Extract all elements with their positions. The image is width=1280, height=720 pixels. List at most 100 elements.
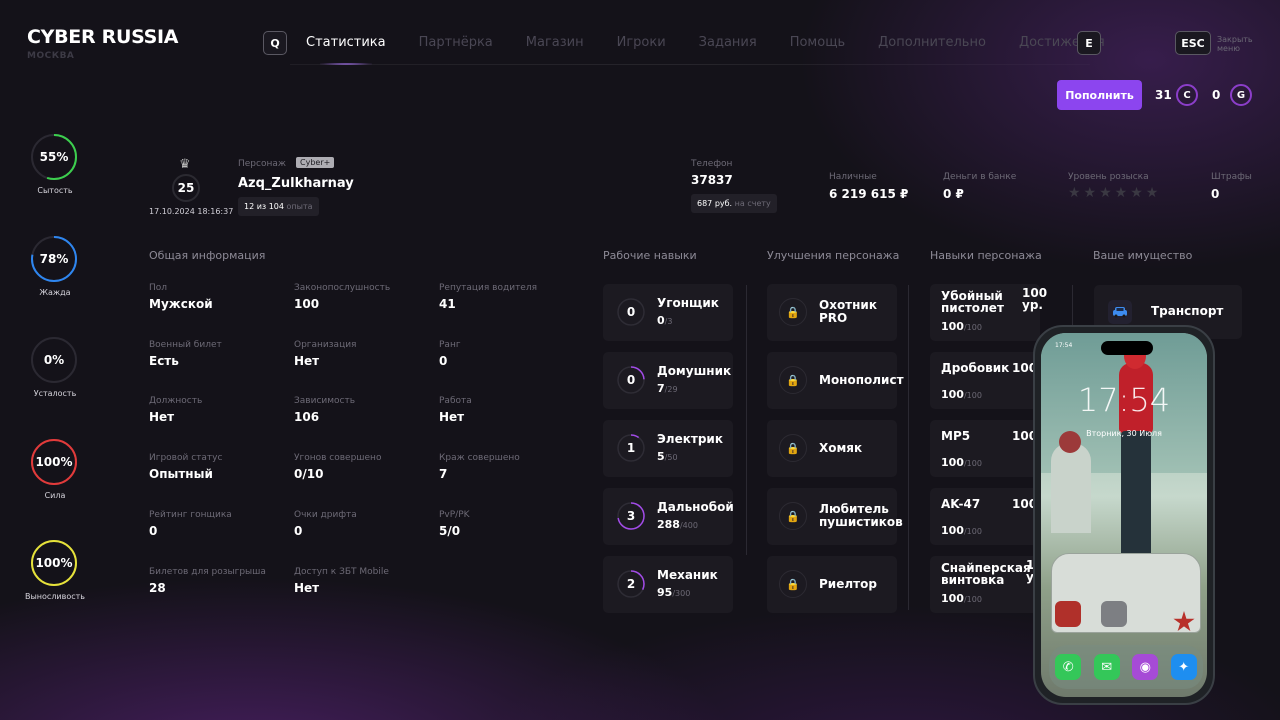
info-item: PvP/PK 5/0 <box>439 510 470 538</box>
work-skill-card[interactable]: 0 Угонщик 0/3 <box>603 284 733 341</box>
car-icon <box>1108 300 1132 324</box>
weapon-progress: 100/100 <box>941 592 982 605</box>
weapon-level: 100 ур. <box>1022 286 1048 312</box>
work-skills-title: Рабочие навыки <box>603 249 697 262</box>
info-value: Мужской <box>149 297 213 311</box>
esc-key-button[interactable]: ESC <box>1175 31 1211 55</box>
info-item: Доступ к ЗБТ Mobile Нет <box>294 567 389 595</box>
vital-gauge: 100% Сила <box>30 438 80 500</box>
messages-app-icon[interactable]: ✉ <box>1093 654 1120 680</box>
info-label: Законопослушность <box>294 283 391 293</box>
upgrades-title: Улучшения персонажа <box>767 249 900 262</box>
info-label: Рейтинг гонщика <box>149 510 232 520</box>
info-value: 106 <box>294 410 320 424</box>
skill-name: Угонщик <box>657 296 719 310</box>
skill-name: Механик <box>657 568 718 582</box>
info-value: 0 <box>294 524 303 538</box>
column-divider <box>908 285 909 610</box>
tab-shop[interactable]: Магазин <box>526 35 584 50</box>
tab-partner[interactable]: Партнёрка <box>419 35 493 50</box>
info-label: Краж совершено <box>439 453 520 463</box>
info-item: Игровой статус Опытный <box>149 453 222 481</box>
vital-value: 78% <box>39 252 69 266</box>
vital-label: Усталость <box>33 389 77 398</box>
settings-icon <box>1101 601 1127 627</box>
work-skill-card[interactable]: 3 Дальнобой 288/400 <box>603 488 734 545</box>
phone-overlay[interactable]: 17:54 17:54 Вторник, 30 Июля ✆ ✉ ◉ ✦ <box>1033 325 1215 705</box>
weapon-skill-card[interactable]: MP5 100 100/100 <box>930 420 1040 477</box>
info-label: Пол <box>149 283 168 293</box>
property-title: Ваше имущество <box>1093 249 1193 262</box>
info-item: Работа Нет <box>439 396 472 424</box>
info-value: 7 <box>439 467 448 481</box>
vital-value: 0% <box>43 353 65 367</box>
weapon-skill-card[interactable]: Снайперская винтовка 1 у 100/100 <box>930 556 1040 613</box>
vital-value: 100% <box>35 556 73 570</box>
info-item: Организация Нет <box>294 340 356 368</box>
skill-progress: 0/3 <box>657 314 673 327</box>
dynamic-island <box>1101 341 1153 355</box>
upgrade-name: Любитель пушистиков <box>819 502 903 529</box>
next-tab-key[interactable]: E <box>1077 31 1101 55</box>
upgrade-card[interactable]: 🔒 Риелтор <box>767 556 897 613</box>
weapon-skill-card[interactable]: Дробовик 100 100/100 <box>930 352 1040 409</box>
info-item: Ранг 0 <box>439 340 461 368</box>
tab-tasks[interactable]: Задания <box>699 35 757 50</box>
tab-help[interactable]: Помощь <box>790 35 845 50</box>
work-skill-card[interactable]: 0 Домушник 7/29 <box>603 352 733 409</box>
upgrade-card[interactable]: 🔒 Монополист <box>767 352 904 409</box>
skill-progress: 5/50 <box>657 450 678 463</box>
weapon-progress: 100/100 <box>941 388 982 401</box>
phone-label: Телефон <box>691 159 733 169</box>
general-info-title: Общая информация <box>149 249 266 262</box>
cash-label: Наличные <box>829 172 877 182</box>
skill-progress: 95/300 <box>657 586 691 599</box>
lock-icon: 🔒 <box>779 366 807 394</box>
lock-icon: 🔒 <box>779 434 807 462</box>
podcasts-app-icon[interactable]: ◉ <box>1132 654 1159 680</box>
fines-label: Штрафы <box>1211 172 1252 182</box>
info-item: Рейтинг гонщика 0 <box>149 510 232 538</box>
skill-level: 3 <box>626 509 636 523</box>
weapon-name: Убойный пистолет <box>941 289 1004 315</box>
weapon-name: MP5 <box>941 429 971 443</box>
info-value: Нет <box>149 410 175 424</box>
weapon-progress: 100/100 <box>941 456 982 469</box>
phone-app-icon[interactable]: ✆ <box>1055 654 1082 680</box>
info-value: 0 <box>149 524 158 538</box>
nav-divider <box>290 64 1090 65</box>
tab-statistics[interactable]: Статистика <box>306 35 386 50</box>
bank-label: Деньги в банке <box>943 172 1017 182</box>
info-item: Билетов для розыгрыша 28 <box>149 567 266 595</box>
upgrade-name: Хомяк <box>819 441 863 455</box>
safari-app-icon[interactable]: ✦ <box>1170 654 1197 680</box>
weapon-progress: 100/100 <box>941 524 982 537</box>
info-item: Законопослушность 100 <box>294 283 390 311</box>
vital-gauge: 100% Выносливость <box>25 539 85 601</box>
work-skill-card[interactable]: 2 Механик 95/300 <box>603 556 733 613</box>
tab-additional[interactable]: Дополнительно <box>878 35 986 50</box>
crown-icon: ♛ <box>179 157 191 172</box>
weapon-skill-card[interactable]: Убойный пистолет 100 ур. 100/100 <box>930 284 1047 341</box>
prev-tab-key[interactable]: Q <box>263 31 287 55</box>
skill-name: Домушник <box>657 364 732 378</box>
phone-screen: 17:54 17:54 Вторник, 30 Июля ✆ ✉ ◉ ✦ <box>1041 333 1207 697</box>
info-value: Есть <box>149 354 179 368</box>
info-label: Работа <box>439 396 472 406</box>
cash-value: 6 219 615 ₽ <box>829 187 909 201</box>
info-value: 41 <box>439 297 456 311</box>
upgrade-card[interactable]: 🔒 Охотник PRO <box>767 284 897 341</box>
weapon-progress: 100/100 <box>941 320 982 333</box>
weapon-skill-card[interactable]: AK-47 100 100/100 <box>930 488 1040 545</box>
info-value: Нет <box>294 354 320 368</box>
weapon-name: Снайперская винтовка <box>941 561 1031 587</box>
wanted-stars-icon: ★★★★★★ <box>1068 185 1162 201</box>
topup-button[interactable]: Пополнить <box>1057 80 1142 110</box>
app-icon <box>1055 601 1081 627</box>
upgrade-card[interactable]: 🔒 Хомяк <box>767 420 897 477</box>
upgrade-card[interactable]: 🔒 Любитель пушистиков <box>767 488 903 545</box>
work-skill-card[interactable]: 1 Электрик 5/50 <box>603 420 733 477</box>
tab-players[interactable]: Игроки <box>617 35 666 50</box>
weapon-name: AK-47 <box>941 497 981 511</box>
info-item: Пол Мужской <box>149 283 213 311</box>
